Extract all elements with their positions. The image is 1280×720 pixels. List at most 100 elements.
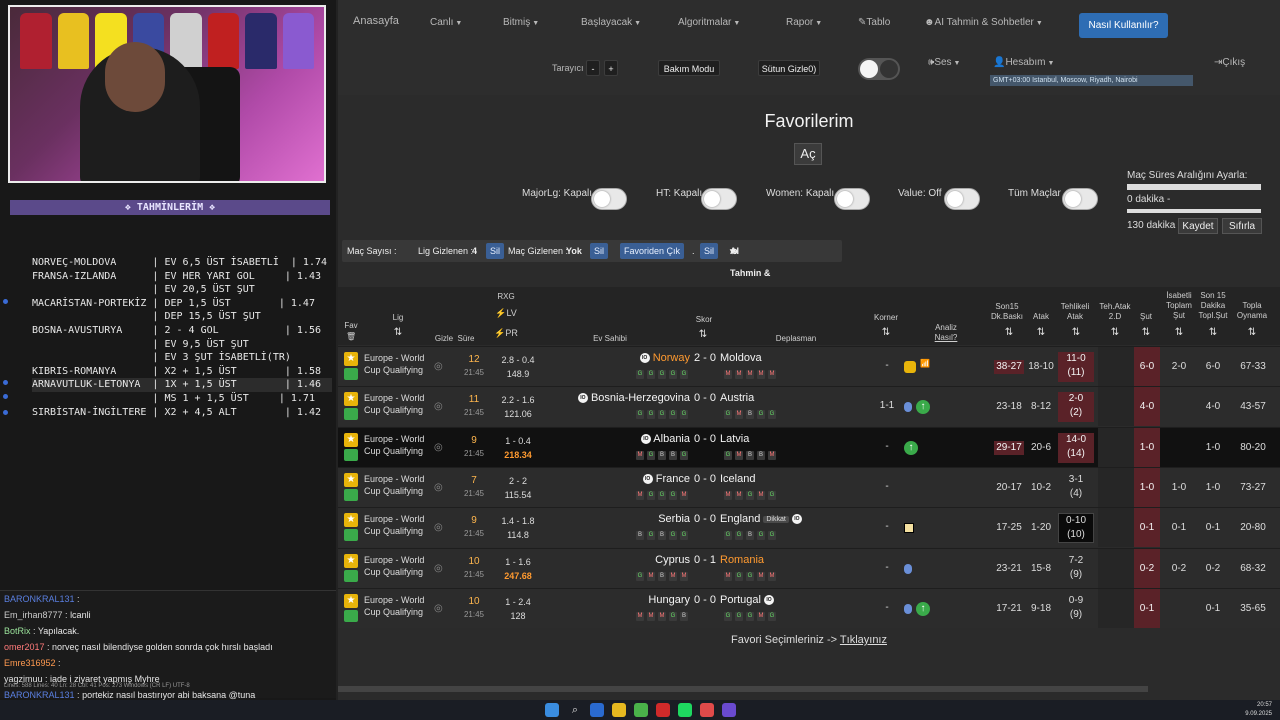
away-team[interactable]: Iceland bbox=[720, 473, 755, 485]
sort-icon[interactable]: ⇅ bbox=[879, 326, 893, 340]
analysis-icons[interactable] bbox=[904, 561, 950, 577]
nav-ai-tahmin[interactable]: ☻AI Tahmin & Sohbetler ▼ bbox=[924, 17, 1043, 28]
notify-icon[interactable] bbox=[344, 529, 358, 542]
notepad-icon[interactable] bbox=[634, 703, 648, 717]
favorite-star-icon[interactable]: ★ bbox=[344, 553, 358, 568]
favorite-star-icon[interactable]: ★ bbox=[344, 472, 358, 487]
hide-eye-icon[interactable]: ◎ bbox=[434, 442, 443, 453]
analysis-icons[interactable]: 📶 bbox=[904, 359, 950, 375]
sort-icon[interactable]: ⇅ bbox=[1245, 326, 1259, 340]
open-button[interactable]: Aç bbox=[794, 143, 822, 165]
delete-match-hidden-button[interactable]: Sil bbox=[590, 243, 609, 259]
table-row[interactable]: ★ Europe - World Cup Qualifying ◎ 9 21:45… bbox=[338, 426, 1280, 467]
table-row[interactable]: ★ Europe - World Cup Qualifying ◎ 12 21:4… bbox=[338, 346, 1280, 386]
nav-canli[interactable]: Canlı ▼ bbox=[430, 17, 462, 28]
how-to-use-button[interactable]: Nasıl Kullanılır? bbox=[1079, 13, 1168, 38]
home-team[interactable]: IO France bbox=[642, 473, 690, 485]
notify-icon[interactable] bbox=[344, 488, 358, 501]
system-clock[interactable]: 20:57 9.09.2025 bbox=[1245, 701, 1272, 719]
analiz-help-link[interactable]: Nasıl? bbox=[932, 333, 960, 342]
notify-icon[interactable] bbox=[344, 368, 358, 380]
away-team[interactable]: Austria bbox=[720, 392, 754, 404]
home-team[interactable]: Hungary bbox=[648, 594, 690, 606]
header-lv[interactable]: ⚡LV bbox=[493, 309, 519, 318]
theme-toggle[interactable] bbox=[858, 58, 900, 80]
away-team[interactable]: England Dikkat IO bbox=[720, 513, 802, 525]
range-slider-max[interactable] bbox=[1127, 209, 1261, 213]
notify-icon[interactable] bbox=[344, 609, 358, 622]
logout-link[interactable]: ⇥Çıkış bbox=[1214, 57, 1245, 68]
sort-icon[interactable]: ⇅ bbox=[1172, 326, 1186, 340]
chrome-icon[interactable] bbox=[700, 703, 714, 717]
spotify-icon[interactable] bbox=[678, 703, 692, 717]
hide-columns-button[interactable]: Sütun Gizle0) bbox=[758, 60, 820, 76]
zoom-in-button[interactable]: + bbox=[604, 60, 618, 76]
save-button[interactable]: Kaydet bbox=[1178, 218, 1218, 234]
hide-eye-icon[interactable]: ◎ bbox=[434, 603, 443, 614]
analysis-icons[interactable]: ↑ bbox=[904, 399, 950, 415]
nav-rapor[interactable]: Rapor ▼ bbox=[786, 17, 822, 28]
discord-icon[interactable] bbox=[722, 703, 736, 717]
chat-username[interactable]: BotRix bbox=[4, 626, 31, 636]
ht-toggle[interactable] bbox=[701, 188, 737, 210]
timezone-select[interactable]: GMT+03:00 Istanbul, Moscow, Riyadh, Nair… bbox=[990, 75, 1193, 86]
hide-eye-icon[interactable]: ◎ bbox=[434, 361, 443, 372]
home-team[interactable]: Cyprus bbox=[655, 554, 690, 566]
reset-button[interactable]: Sıfırla bbox=[1222, 218, 1262, 234]
favorite-star-icon[interactable]: ★ bbox=[344, 513, 358, 528]
horizontal-scrollbar[interactable] bbox=[338, 686, 1148, 692]
favorite-star-icon[interactable]: ★ bbox=[344, 432, 358, 447]
search-icon[interactable]: ⌕ bbox=[568, 703, 582, 717]
sort-icon[interactable]: ⇅ bbox=[1108, 326, 1122, 340]
favorite-star-icon[interactable]: ★ bbox=[344, 352, 358, 366]
table-row[interactable]: ★ Europe - World Cup Qualifying ◎ 11 21:4… bbox=[338, 386, 1280, 427]
league-name[interactable]: Europe - World Cup Qualifying bbox=[364, 513, 430, 537]
league-name[interactable]: Europe - World Cup Qualifying bbox=[364, 352, 430, 376]
obs-icon[interactable] bbox=[656, 703, 670, 717]
table-row[interactable]: ★ Europe - World Cup Qualifying ◎ 10 21:4… bbox=[338, 587, 1280, 628]
favorite-star-icon[interactable]: ★ bbox=[344, 392, 358, 407]
analysis-icons[interactable] bbox=[904, 480, 950, 496]
delete-button[interactable]: Sil bbox=[700, 243, 719, 259]
ai-dropdown[interactable]: ☻AI Tahmin & Sohbetler ▾ bbox=[730, 240, 772, 300]
sort-icon[interactable]: ⇅ bbox=[1139, 326, 1153, 340]
analysis-icons[interactable] bbox=[904, 520, 950, 536]
maintenance-mode-button[interactable]: Bakım Modu bbox=[658, 60, 720, 76]
analysis-icons[interactable]: ↑ bbox=[904, 601, 950, 617]
league-name[interactable]: Europe - World Cup Qualifying bbox=[364, 392, 430, 416]
hide-eye-icon[interactable]: ◎ bbox=[434, 482, 443, 493]
hide-eye-icon[interactable]: ◎ bbox=[434, 401, 443, 412]
majorlg-toggle[interactable] bbox=[591, 188, 627, 210]
chat-username[interactable]: omer2017 bbox=[4, 642, 45, 652]
league-name[interactable]: Europe - World Cup Qualifying bbox=[364, 433, 430, 457]
home-team[interactable]: IO Albania bbox=[640, 433, 690, 445]
trash-icon[interactable]: 🗑 bbox=[346, 332, 356, 341]
hide-eye-icon[interactable]: ◎ bbox=[434, 563, 443, 574]
league-name[interactable]: Europe - World Cup Qualifying bbox=[364, 594, 430, 618]
nav-home[interactable]: Anasayfa bbox=[353, 15, 399, 27]
table-row[interactable]: ★ Europe - World Cup Qualifying ◎ 7 21:45… bbox=[338, 466, 1280, 507]
sort-icon[interactable]: ⇅ bbox=[1034, 326, 1048, 340]
league-name[interactable]: Europe - World Cup Qualifying bbox=[364, 554, 430, 578]
nav-baslayacak[interactable]: Başlayacak ▼ bbox=[581, 17, 641, 28]
away-team[interactable]: Romania bbox=[720, 554, 764, 566]
table-row[interactable]: ★ Europe - World Cup Qualifying ◎ 10 21:4… bbox=[338, 547, 1280, 588]
home-team[interactable]: IO Norway bbox=[639, 352, 690, 364]
league-name[interactable]: Europe - World Cup Qualifying bbox=[364, 473, 430, 497]
away-team[interactable]: Latvia bbox=[720, 433, 749, 445]
away-team[interactable]: Portugal IO bbox=[720, 594, 775, 606]
nav-ses[interactable]: 🕪Ses ▼ bbox=[928, 57, 960, 68]
chat-username[interactable]: BARONKRAL131 bbox=[4, 594, 75, 604]
home-team[interactable]: Serbia bbox=[658, 513, 690, 525]
favorite-star-icon[interactable]: ★ bbox=[344, 593, 358, 608]
hide-eye-icon[interactable]: ◎ bbox=[434, 522, 443, 533]
steam-icon[interactable] bbox=[590, 703, 604, 717]
analysis-icons[interactable]: ↑ bbox=[904, 440, 950, 456]
nav-tablo[interactable]: ✎Tablo bbox=[858, 17, 890, 28]
range-slider-min[interactable] bbox=[1127, 184, 1261, 190]
value-toggle[interactable] bbox=[944, 188, 980, 210]
chat-username[interactable]: Emre316952 bbox=[4, 658, 56, 668]
folder-icon[interactable] bbox=[612, 703, 626, 717]
women-toggle[interactable] bbox=[834, 188, 870, 210]
sort-icon[interactable]: ⇅ bbox=[1206, 326, 1220, 340]
